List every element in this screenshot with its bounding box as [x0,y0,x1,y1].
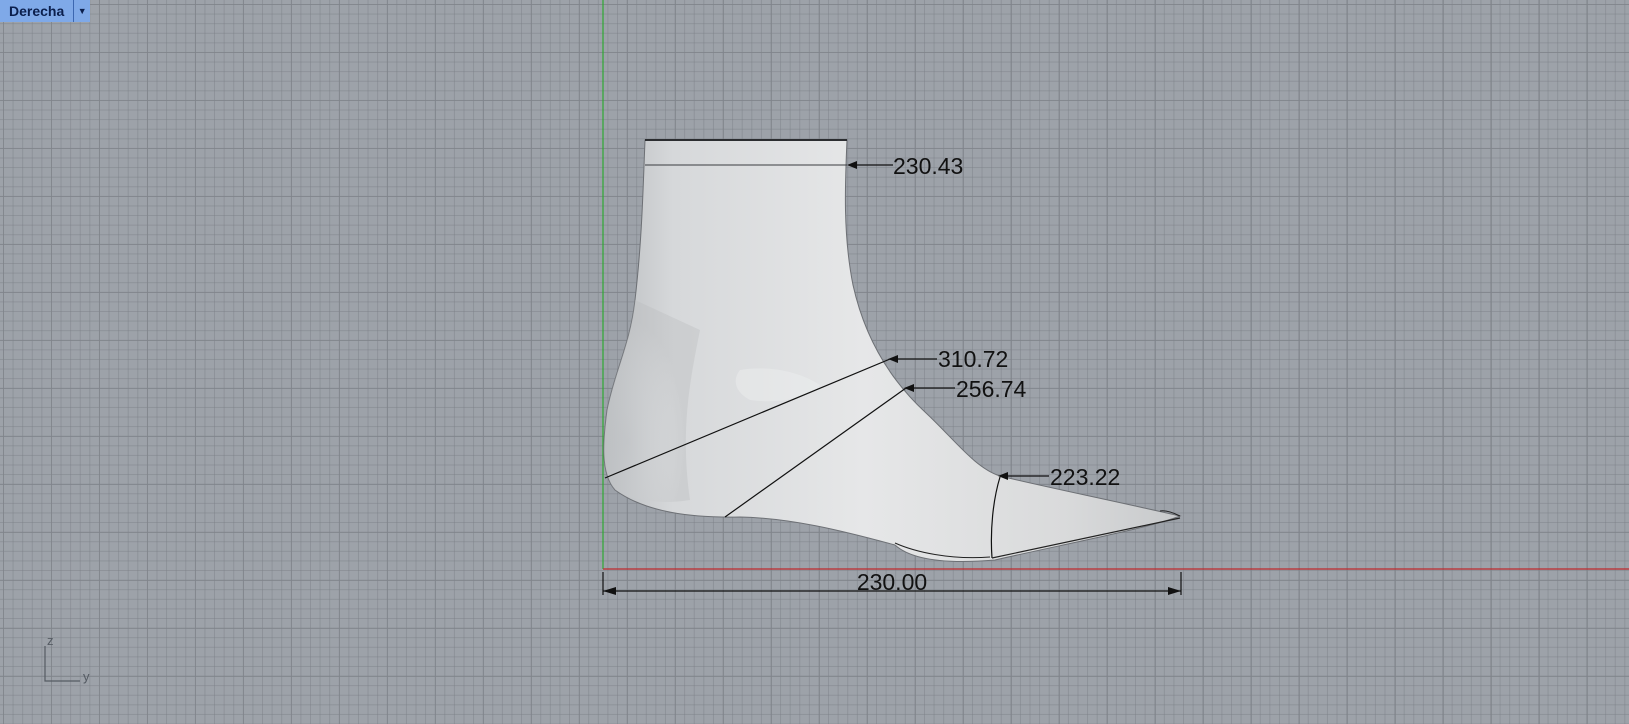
viewport-scene: 230.43 310.72 256.74 223.22 230.00 z y [44,0,1629,684]
viewport-title-tab[interactable]: Derecha ▼ [0,0,91,22]
dimension-waist-girth[interactable]: 256.74 [904,376,1027,402]
axis-gizmo-icon [44,646,80,682]
arrowhead-icon [847,161,857,169]
dimension-length[interactable]: 230.00 [602,569,1182,595]
viewport-name-label[interactable]: Derecha [0,0,75,22]
axis-label-horizontal: y [83,669,90,684]
arrowhead-icon [904,384,914,392]
dimension-label-length[interactable]: 230.00 [857,569,927,595]
boot-last-model[interactable] [603,139,1182,562]
dimension-label-instep-girth[interactable]: 310.72 [938,346,1008,372]
dimension-label-top-girth[interactable]: 230.43 [893,153,963,179]
dimension-label-waist-girth[interactable]: 256.74 [956,376,1027,402]
dimension-label-ball-girth[interactable]: 223.22 [1050,464,1120,490]
arrowhead-icon [1168,587,1181,595]
chevron-down-icon[interactable]: ▼ [74,0,91,22]
dimension-instep-girth[interactable]: 310.72 [888,346,1008,372]
arrowhead-icon [888,355,898,363]
viewport-canvas[interactable]: Derecha ▼ 230.43 310.72 256.74 223.22 23… [0,0,1629,724]
axis-label-vertical: z [47,633,54,648]
dimension-top-girth[interactable]: 230.43 [847,153,963,179]
axis-gizmo: z y [44,633,90,684]
arrowhead-icon [603,587,616,595]
boot-heel-shading [603,300,700,502]
